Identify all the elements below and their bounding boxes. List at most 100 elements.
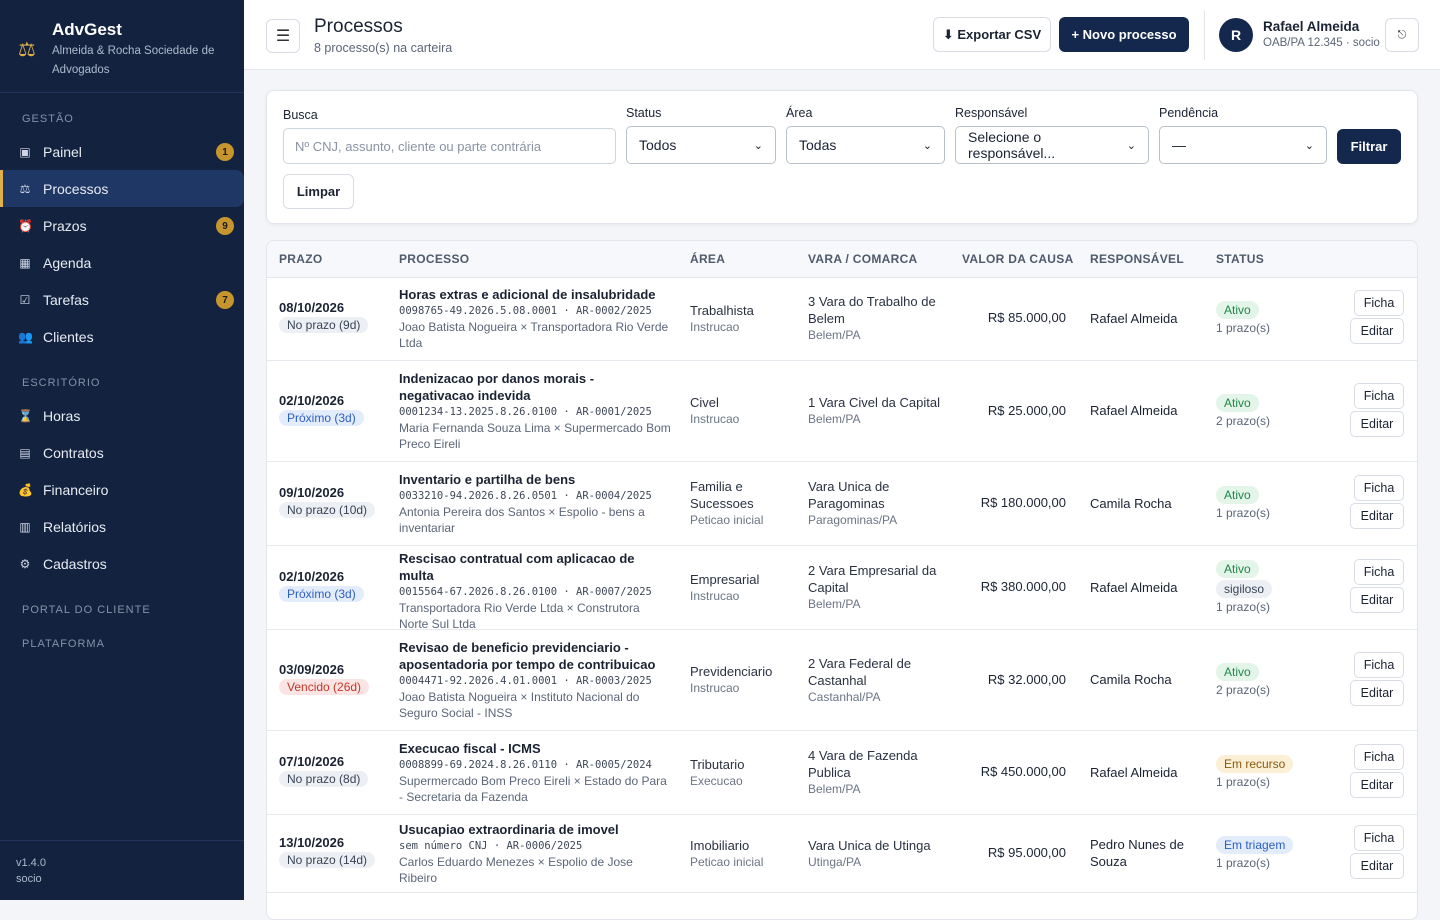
responsavel-select[interactable]: Selecione o responsável... ⌄ <box>955 126 1149 164</box>
sidebar-item-cadastros[interactable]: ⚙ Cadastros <box>0 545 244 582</box>
sidebar-item-agenda[interactable]: ▦ Agenda <box>0 244 244 281</box>
table-row[interactable]: 03/09/2026 Vencido (26d) Revisao de benefi… <box>267 630 1417 731</box>
col-area[interactable]: ÁREA <box>690 252 725 266</box>
process-parties: Joao Batista Nogueira × Transportadora R… <box>399 319 669 350</box>
sidebar-footer: v1.4.0 socio <box>0 840 244 900</box>
pendencia-select[interactable]: — ⌄ <box>1159 126 1327 164</box>
search-input[interactable]: Nº CNJ, assunto, cliente ou parte contrá… <box>283 128 616 164</box>
new-process-button[interactable]: + Novo processo <box>1059 17 1189 52</box>
case-value: R$ 85.000,00 <box>987 310 1066 325</box>
table-row[interactable]: 02/10/2026 Próximo (3d) Indenizacao por da… <box>267 361 1417 462</box>
responsavel-label: Responsável <box>955 106 1028 120</box>
user-box: R Rafael Almeida OAB/PA 12.345 · socio ⎋ <box>1204 10 1424 60</box>
table-row[interactable]: 02/10/2026 Próximo (3d) Rescisao contratua… <box>267 546 1417 631</box>
table-row[interactable]: 07/10/2026 No prazo (8d) Execucao fiscal -… <box>267 731 1417 815</box>
case-value: R$ 95.000,00 <box>987 845 1066 860</box>
sidebar-item-contratos[interactable]: ▤ Contratos <box>0 434 244 471</box>
edit-button[interactable]: Editar <box>1350 772 1404 798</box>
ficha-button[interactable]: Ficha <box>1354 382 1404 409</box>
case-value: R$ 180.000,00 <box>980 495 1066 510</box>
page-title: Processos <box>314 16 403 37</box>
edit-button[interactable]: Editar <box>1350 410 1404 437</box>
sidebar-item-painel[interactable]: ▣ Painel 1 <box>0 133 244 170</box>
process-area: Empresarial <box>690 571 760 587</box>
responsible-name: Pedro Nunes de Souza <box>1090 837 1184 869</box>
avatar[interactable]: R <box>1219 18 1253 52</box>
process-parties: Joao Batista Nogueira × Instituto Nacion… <box>399 689 640 720</box>
sidebar-item-financeiro[interactable]: 💰 Financeiro <box>0 471 244 508</box>
edit-button[interactable]: Editar <box>1350 318 1404 344</box>
process-area: Familia e Sucessoes <box>690 479 754 511</box>
people-icon: 👥 <box>18 329 33 344</box>
ficha-button[interactable]: Ficha <box>1354 559 1404 585</box>
table-row[interactable]: 09/10/2026 No prazo (10d) Inventario e par… <box>267 462 1417 546</box>
chevron-down-icon: ⌄ <box>922 139 932 152</box>
col-processo[interactable]: PROCESSO <box>399 252 469 266</box>
col-responsavel[interactable]: RESPONSÁVEL <box>1090 252 1184 266</box>
filter-button[interactable]: Filtrar <box>1337 129 1401 164</box>
process-title[interactable]: Indenizacao por danos morais - negativac… <box>399 370 669 404</box>
table-row[interactable]: 13/10/2026 No prazo (14d) Usucapiao extrao… <box>267 815 1417 893</box>
ficha-button[interactable]: Ficha <box>1354 825 1404 851</box>
court-name: Vara Unica de Utinga <box>808 837 931 853</box>
process-title[interactable]: Revisao de beneficio previdenciario - ap… <box>399 639 669 673</box>
process-title[interactable]: Usucapiao extraordinaria de imovel <box>399 821 669 838</box>
sidebar-item-relatórios[interactable]: ▥ Relatórios <box>0 508 244 545</box>
deadline-status-badge: No prazo (10d) <box>279 502 376 518</box>
process-title[interactable]: Rescisao contratual com aplicacao de mul… <box>399 550 669 584</box>
vara-cell: Vara Unica de Paragominas Paragominas/PA <box>808 478 948 528</box>
status-select[interactable]: Todos ⌄ <box>626 126 776 164</box>
ficha-button[interactable]: Ficha <box>1354 651 1404 678</box>
deadline-status-badge: No prazo (14d) <box>279 852 376 868</box>
sidebar-item-processos[interactable]: ⚖ Processos <box>0 170 244 207</box>
edit-button[interactable]: Editar <box>1350 853 1404 879</box>
brand-name: AdvGest <box>52 20 122 39</box>
alarm-icon: ⏰ <box>18 218 33 233</box>
ficha-button[interactable]: Ficha <box>1354 290 1404 316</box>
sidebar: ⚖ AdvGest Almeida & Rocha Sociedade de A… <box>0 0 244 900</box>
logout-button[interactable]: ⎋ <box>1385 18 1419 52</box>
table-row[interactable]: 08/10/2026 No prazo (9d) Horas extras e ad… <box>267 277 1417 361</box>
power-icon: ⎋ <box>1397 28 1407 41</box>
sidebar-item-tarefas[interactable]: ☑ Tarefas 7 <box>0 281 244 318</box>
sidebar-item-clientes[interactable]: 👥 Clientes <box>0 318 244 355</box>
sidebar-item-label: Financeiro <box>43 481 109 498</box>
process-phase: Instrucao <box>690 588 740 603</box>
vara-cell: 4 Vara de Fazenda Publica Belem/PA <box>808 747 948 797</box>
sidebar-item-label: Horas <box>43 407 81 424</box>
process-title[interactable]: Horas extras e adicional de insalubridad… <box>399 286 669 303</box>
case-value: R$ 380.000,00 <box>980 579 1066 594</box>
edit-button[interactable]: Editar <box>1350 679 1404 706</box>
process-phase: Peticao inicial <box>690 854 764 869</box>
process-title[interactable]: Execucao fiscal - ICMS <box>399 740 669 757</box>
menu-toggle-button[interactable]: ☰ <box>266 19 300 53</box>
col-vara[interactable]: VARA / COMARCA <box>808 252 918 266</box>
col-valor[interactable]: VALOR DA CAUSA <box>962 252 1074 266</box>
col-prazo[interactable]: PRAZO <box>279 252 323 266</box>
sidebar-item-prazos[interactable]: ⏰ Prazos 9 <box>0 207 244 244</box>
sidebar-item-label: Tarefas <box>43 291 89 308</box>
sidebar-item-horas[interactable]: ⌛ Horas <box>0 397 244 434</box>
edit-button[interactable]: Editar <box>1350 503 1404 529</box>
export-csv-button[interactable]: ⬇ Exportar CSV <box>933 17 1051 52</box>
status-badge: Ativo <box>1216 301 1259 319</box>
sidebar-item-label: Clientes <box>43 328 94 345</box>
process-title[interactable]: Inventario e partilha de bens <box>399 471 669 488</box>
edit-button[interactable]: Editar <box>1350 587 1404 613</box>
court-district: Belem/PA <box>808 412 861 426</box>
deadline-date: 13/10/2026 <box>279 835 345 850</box>
area-select[interactable]: Todas ⌄ <box>786 126 945 164</box>
deadline-date: 07/10/2026 <box>279 754 345 769</box>
ficha-button[interactable]: Ficha <box>1354 744 1404 770</box>
clear-button[interactable]: Limpar <box>283 174 354 209</box>
filters-card: Busca Nº CNJ, assunto, cliente ou parte … <box>266 90 1418 224</box>
page-subtitle: 8 processo(s) na carteira <box>314 41 453 55</box>
col-status[interactable]: STATUS <box>1216 252 1264 266</box>
processes-table: PRAZO PROCESSO ÁREA VARA / COMARCA VALOR… <box>266 240 1418 920</box>
sidebar-item-label: Agenda <box>43 254 92 271</box>
sidebar-item-label: Contratos <box>43 444 104 461</box>
ficha-button[interactable]: Ficha <box>1354 475 1404 501</box>
vara-cell: 2 Vara Federal de Castanhal Castanhal/PA <box>808 655 948 705</box>
process-number: 0004471-92.2026.4.01.0001 · AR-0003/2025 <box>399 674 652 687</box>
court-name: 3 Vara do Trabalho de Belem <box>808 294 936 326</box>
